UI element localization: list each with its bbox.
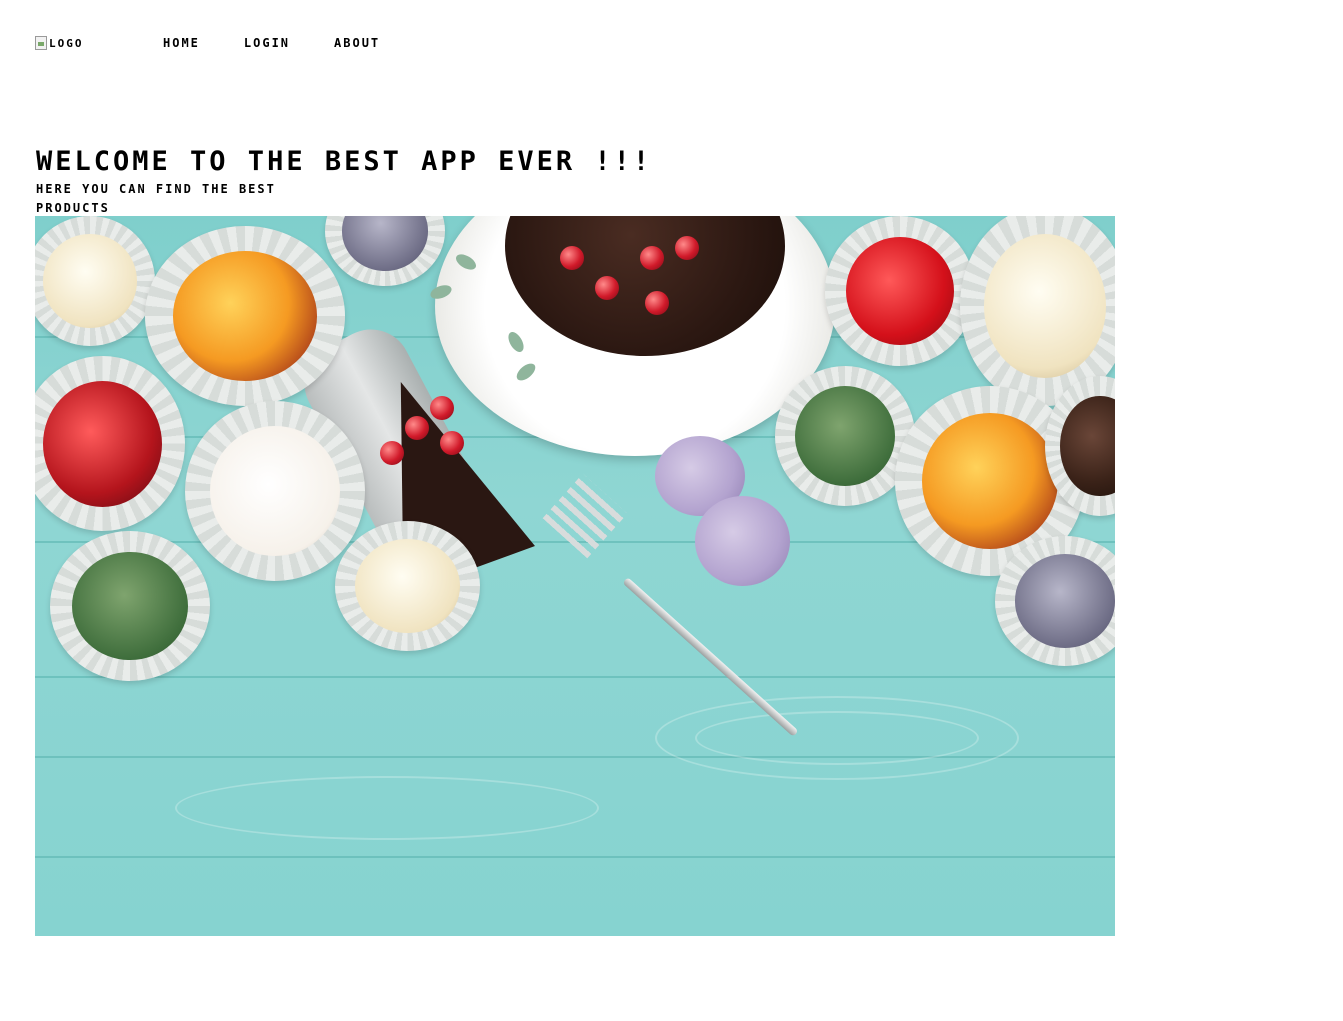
main-nav: Home Login About xyxy=(163,36,424,50)
nav-link-login[interactable]: Login xyxy=(244,36,290,50)
header: Logo Home Login About xyxy=(35,33,424,53)
nav-link-about[interactable]: About xyxy=(334,36,380,50)
page-title: Welcome to the best app ever !!! xyxy=(36,146,653,177)
logo-alt-text: Logo xyxy=(49,36,84,50)
hero-image xyxy=(35,216,1115,936)
page: Logo Home Login About Welcome to the bes… xyxy=(0,0,1343,1021)
nav-link-home[interactable]: Home xyxy=(163,36,200,50)
logo[interactable]: Logo xyxy=(35,35,163,51)
page-subtitle: Here you can find the best products xyxy=(36,182,276,215)
broken-image-icon xyxy=(35,36,47,50)
